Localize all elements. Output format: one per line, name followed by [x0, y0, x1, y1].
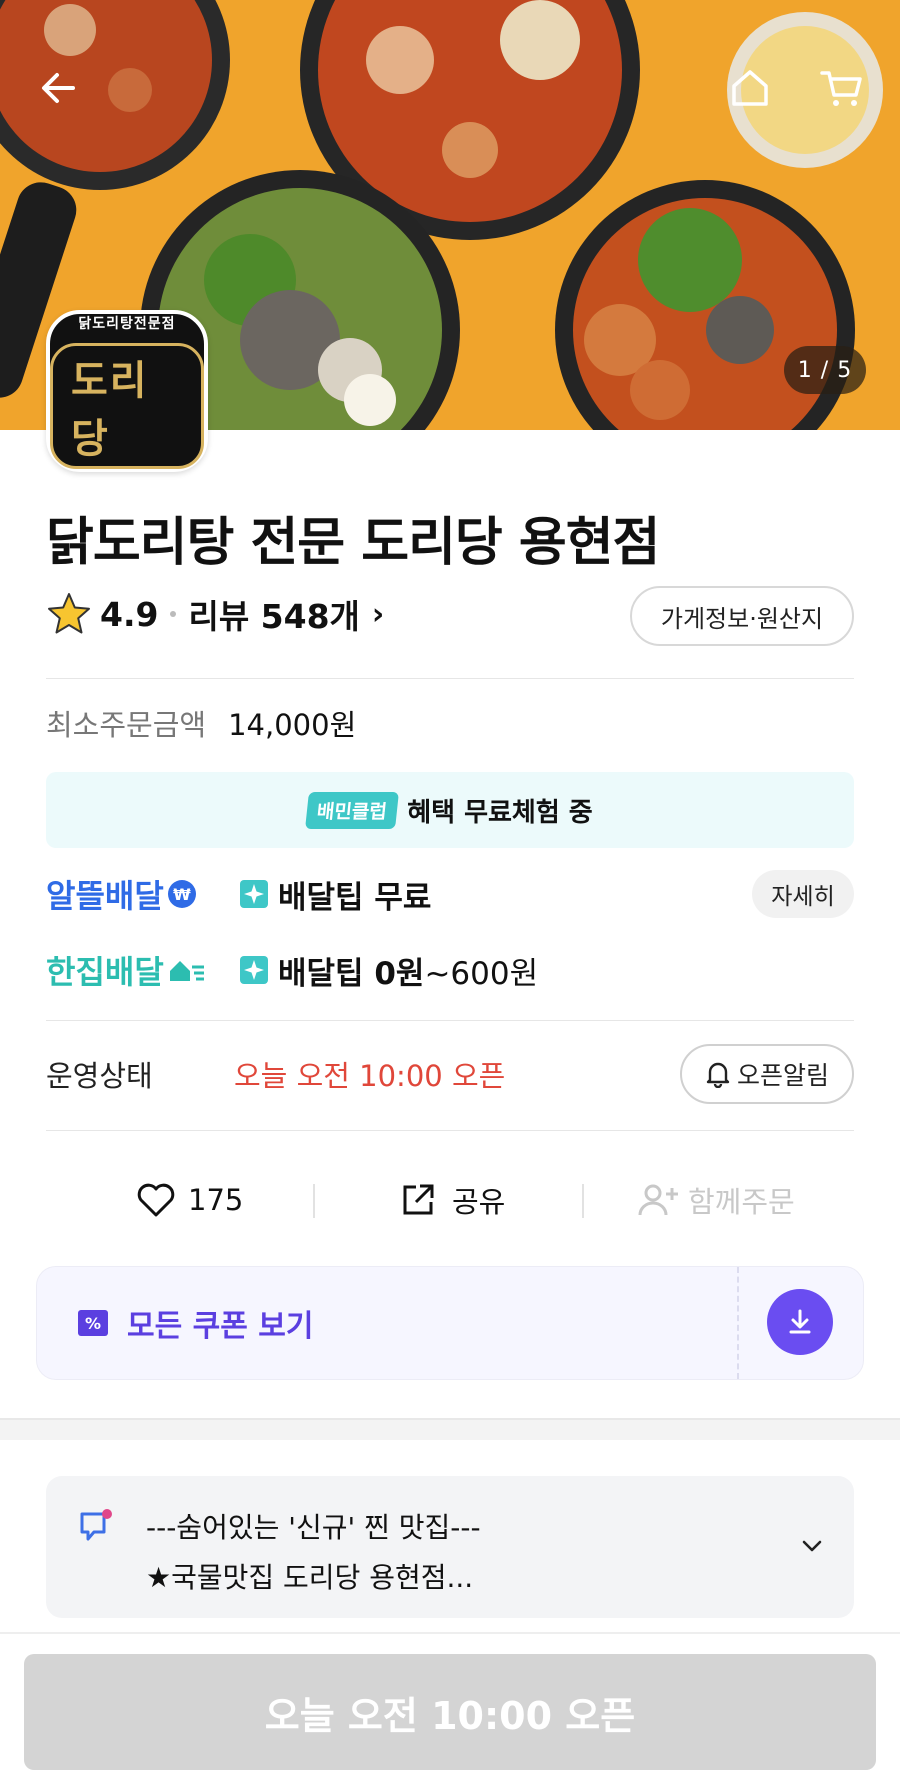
delivery-option-saver: 알뜰배달 ₩ 배달팁 무료 — [46, 864, 854, 924]
download-icon — [789, 1309, 811, 1334]
status-label: 운영상태 — [46, 1059, 153, 1093]
back-arrow-icon — [42, 73, 75, 103]
action-separator — [313, 1184, 315, 1218]
chevron-down-icon[interactable] — [798, 1532, 826, 1560]
logo-subtitle: 닭도리탕전문점 — [78, 316, 176, 332]
rating-value: 4.9 — [100, 594, 159, 634]
divider — [46, 678, 854, 679]
single-delivery-tip-range: ~600원 — [424, 955, 539, 992]
store-notice[interactable]: ---숨어있는 '신규' 찐 맛집--- ★국물맛집 도리당 용현점... — [46, 1476, 854, 1618]
like-count: 175 — [188, 1183, 244, 1217]
open-alarm-label: 오픈알림 — [736, 1061, 829, 1090]
saver-delivery-tip: 배달팁 무료 — [278, 879, 432, 916]
open-alarm-button[interactable]: 오픈알림 — [680, 1044, 854, 1104]
store-logo: 닭도리탕전문점 도리당 — [46, 310, 208, 472]
coupon-label: 모든 쿠폰 보기 — [127, 1309, 314, 1344]
share-label: 공유 — [452, 1185, 506, 1219]
notice-line-2: ★국물맛집 도리당 용현점... — [146, 1561, 474, 1594]
like-button[interactable]: 175 — [136, 1170, 243, 1230]
club-benefit-text: 혜택 무료체험 중 — [407, 797, 593, 828]
coupon-card: % 모든 쿠폰 보기 — [36, 1266, 864, 1380]
baemin-club-badge: 배민클럽 — [305, 791, 400, 829]
section-gap — [0, 1418, 900, 1440]
open-time-cta-button[interactable]: 오늘 오전 10:00 오픈 — [24, 1654, 876, 1770]
fast-home-icon — [169, 961, 204, 981]
operating-status: 운영상태 오늘 오전 10:00 오픈 — [46, 1044, 505, 1104]
add-user-icon — [638, 1184, 678, 1216]
speech-bubble-icon — [80, 1509, 112, 1541]
image-counter: 1 / 5 — [784, 346, 866, 394]
cart-button[interactable] — [812, 58, 872, 118]
single-delivery-tip: 배달팁 0원~600원 — [278, 948, 538, 993]
saver-delivery-brand: 알뜰배달 ₩ — [46, 871, 240, 917]
bell-icon — [706, 1062, 730, 1088]
delivery-detail-button[interactable]: 자세히 — [752, 870, 854, 918]
club-spark-icon — [240, 880, 268, 908]
bottom-divider — [0, 1632, 900, 1634]
logo-name: 도리당 — [50, 343, 204, 469]
separator-dot — [170, 611, 177, 617]
star-icon — [48, 593, 90, 634]
baemin-club-banner[interactable]: 배민클럽 혜택 무료체험 중 — [46, 772, 854, 848]
single-delivery-label: 한집배달 — [46, 953, 164, 991]
divider — [46, 1130, 854, 1131]
divider — [46, 1020, 854, 1021]
coupon-download-button[interactable] — [767, 1289, 833, 1355]
group-order-button[interactable]: 함께주문 — [638, 1170, 795, 1230]
svg-text:%: % — [85, 1314, 101, 1333]
coupon-separator — [737, 1267, 739, 1379]
min-order-label: 최소주문금액 — [46, 708, 207, 742]
single-delivery-tip-main: 배달팁 0원 — [278, 955, 425, 992]
coupon-icon: % — [78, 1310, 108, 1336]
home-button[interactable] — [720, 58, 780, 118]
delivery-option-single: 한집배달 배달팁 0원~600원 — [46, 940, 854, 1000]
saver-delivery-label: 알뜰배달 — [46, 877, 164, 915]
store-title: 닭도리탕 전문 도리당 용현점 — [46, 513, 660, 573]
club-spark-icon — [240, 956, 268, 984]
min-order: 최소주문금액 14,000원 — [46, 702, 356, 744]
share-icon — [403, 1184, 434, 1215]
won-coin-icon: ₩ — [167, 880, 196, 908]
action-separator — [582, 1184, 584, 1218]
svg-text:₩: ₩ — [173, 885, 191, 904]
cart-icon — [820, 71, 862, 106]
store-info-button[interactable]: 가게정보·원산지 — [630, 586, 854, 646]
chevron-right-icon: › — [371, 596, 385, 632]
view-all-coupons-button[interactable]: % 모든 쿠폰 보기 — [37, 1267, 737, 1379]
group-order-label: 함께주문 — [688, 1185, 795, 1219]
notice-line-1: ---숨어있는 '신규' 찐 맛집--- — [146, 1511, 481, 1544]
home-icon — [732, 70, 768, 106]
action-bar: 175 공유 함께주문 — [0, 1170, 900, 1230]
min-order-value: 14,000원 — [228, 708, 357, 742]
back-button[interactable] — [28, 58, 88, 118]
heart-icon — [137, 1183, 175, 1217]
share-button[interactable]: 공유 — [400, 1170, 505, 1230]
single-delivery-brand: 한집배달 — [46, 947, 240, 993]
rating-row[interactable]: 4.9 리뷰 548개 › — [46, 586, 384, 642]
status-value: 오늘 오전 10:00 오픈 — [234, 1059, 506, 1093]
review-count[interactable]: 리뷰 548개 — [188, 590, 359, 638]
